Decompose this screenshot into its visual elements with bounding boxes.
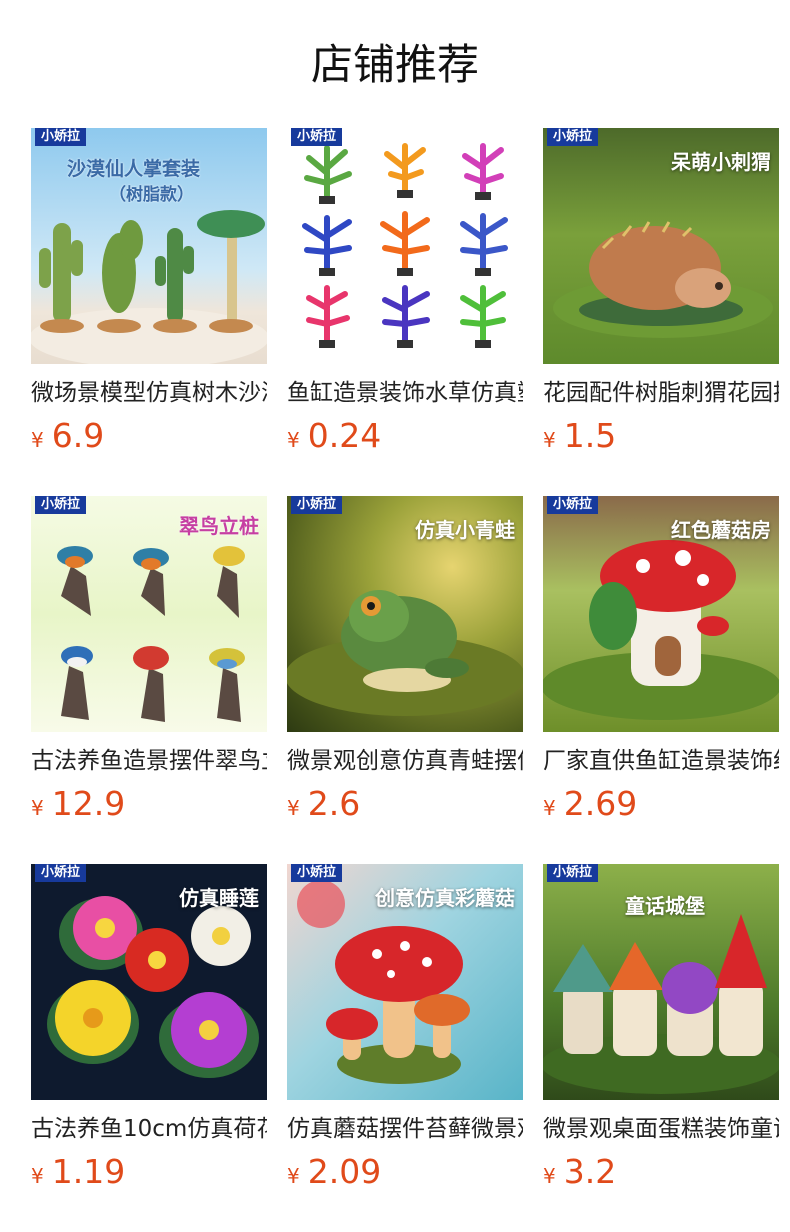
image-caption: 呆萌小刺猬 bbox=[671, 150, 771, 174]
product-name[interactable]: 古法养鱼10cm仿真荷花睡莲 bbox=[31, 1112, 267, 1146]
currency-symbol: ¥ bbox=[543, 428, 556, 452]
price-amount: 2.6 bbox=[307, 784, 361, 823]
product-card[interactable]: 沙漠仙人掌套装 （树脂款） 小娇拉 微场景模型仿真树木沙漠仙人掌套装 ¥6.9 bbox=[31, 128, 267, 468]
product-price: ¥1.19 bbox=[31, 1152, 125, 1192]
currency-symbol: ¥ bbox=[543, 1164, 556, 1188]
store-recommendations-page: 店铺推荐 沙漠仙人掌套装 （树脂款） 小娇拉 微场景模型仿真树木沙 ¥ 6.9 … bbox=[0, 0, 790, 1232]
image-caption-secondary: （树脂款） bbox=[109, 185, 194, 205]
brand-tag: 小娇拉 bbox=[291, 864, 343, 882]
brand-tag: 小娇拉 bbox=[547, 864, 599, 882]
product-name[interactable]: 厂家直供鱼缸造景装饰红色蘑菇房 bbox=[543, 744, 779, 778]
product-price: ¥2.69 bbox=[543, 784, 637, 824]
image-caption: 仿真睡莲 bbox=[179, 886, 259, 910]
product-name[interactable]: 鱼缸造景装饰水草仿真塑料水草 bbox=[287, 376, 523, 410]
image-caption: 童话城堡 bbox=[625, 894, 705, 918]
product-card[interactable]: 创意仿真彩蘑菇 小娇拉 仿真蘑菇摆件苔藓微景观 ¥2.09 bbox=[287, 864, 523, 1204]
currency-symbol: ¥ bbox=[31, 428, 44, 452]
product-price: ¥12.9 bbox=[31, 784, 125, 824]
currency-symbol: ¥ bbox=[287, 1164, 300, 1188]
image-caption: 沙漠仙人掌套装 bbox=[67, 158, 201, 180]
brand-tag: 小娇拉 bbox=[291, 496, 343, 514]
product-image[interactable]: 翠鸟立桩 小娇拉 bbox=[31, 496, 267, 732]
brand-tag: 小娇拉 bbox=[35, 128, 87, 146]
currency-symbol: ¥ bbox=[31, 796, 44, 820]
product-card[interactable]: 红色蘑菇房 小娇拉 厂家直供鱼缸造景装饰红色蘑菇房 ¥2.69 bbox=[543, 496, 779, 836]
currency-symbol: ¥ bbox=[31, 1164, 44, 1188]
product-name[interactable]: 仿真蘑菇摆件苔藓微景观 bbox=[287, 1112, 523, 1146]
product-card[interactable]: 翠鸟立桩 小娇拉 古法养鱼造景摆件翠鸟立桩 ¥12.9 bbox=[31, 496, 267, 836]
currency-symbol: ¥ bbox=[287, 796, 300, 820]
product-image[interactable]: 创意仿真彩蘑菇 小娇拉 bbox=[287, 864, 523, 1100]
currency-symbol: ¥ bbox=[287, 428, 300, 452]
product-card[interactable]: 童话城堡 小娇拉 微景观桌面蛋糕装饰童话城堡 ¥3.2 bbox=[543, 864, 779, 1204]
product-image[interactable]: 呆萌小刺猬 小娇拉 bbox=[543, 128, 779, 364]
product-name[interactable]: 古法养鱼造景摆件翠鸟立桩 bbox=[31, 744, 267, 778]
brand-tag: 小娇拉 bbox=[35, 496, 87, 514]
brand-tag: 小娇拉 bbox=[547, 496, 599, 514]
product-image[interactable]: 仿真睡莲 小娇拉 bbox=[31, 864, 267, 1100]
product-image[interactable]: 沙漠仙人掌套装 （树脂款） 小娇拉 bbox=[31, 128, 267, 364]
section-title: 店铺推荐 bbox=[310, 40, 479, 89]
product-card[interactable]: 仿真睡莲 小娇拉 古法养鱼10cm仿真荷花睡莲 ¥1.19 bbox=[31, 864, 267, 1204]
brand-tag: 小娇拉 bbox=[35, 864, 87, 882]
product-image[interactable]: 仿真小青蛙 小娇拉 bbox=[287, 496, 523, 732]
price-amount: 12.9 bbox=[51, 784, 126, 823]
product-price: ¥0.24 bbox=[287, 416, 381, 456]
price-amount: 1.5 bbox=[563, 416, 617, 455]
aquatic-plants-illustration bbox=[302, 143, 508, 348]
price-amount: 0.24 bbox=[307, 416, 382, 455]
product-price: ¥3.2 bbox=[543, 1152, 616, 1192]
price-amount: 2.09 bbox=[307, 1152, 382, 1191]
product-card[interactable]: 小娇拉 鱼缸造景装饰水草仿真塑料水草 ¥0.24 bbox=[287, 128, 523, 468]
product-name[interactable]: 微场景模型仿真树木沙漠仙人掌套装 bbox=[31, 376, 267, 410]
image-caption: 创意仿真彩蘑菇 bbox=[375, 886, 515, 910]
price-amount: 3.2 bbox=[563, 1152, 617, 1191]
brand-tag: 小娇拉 bbox=[291, 128, 343, 146]
product-name[interactable]: 花园配件树脂刺猬花园摆件 bbox=[543, 376, 779, 410]
image-caption: 翠鸟立桩 bbox=[179, 514, 259, 538]
product-price: ¥2.6 bbox=[287, 784, 360, 824]
brand-tag: 小娇拉 bbox=[547, 128, 599, 146]
price-amount: 6.9 bbox=[51, 416, 105, 455]
image-caption: 仿真小青蛙 bbox=[415, 518, 515, 542]
price-amount: 2.69 bbox=[563, 784, 638, 823]
price-amount: 1.19 bbox=[51, 1152, 126, 1191]
product-image[interactable]: 小娇拉 bbox=[287, 128, 523, 364]
product-image[interactable]: 童话城堡 小娇拉 bbox=[543, 864, 779, 1100]
image-caption: 红色蘑菇房 bbox=[671, 518, 771, 542]
currency-symbol: ¥ bbox=[543, 796, 556, 820]
product-card[interactable]: 仿真小青蛙 小娇拉 微景观创意仿真青蛙摆件 ¥2.6 bbox=[287, 496, 523, 836]
product-card[interactable]: 呆萌小刺猬 小娇拉 花园配件树脂刺猬花园摆件 ¥1.5 bbox=[543, 128, 779, 468]
product-price: ¥2.09 bbox=[287, 1152, 381, 1192]
product-price: ¥1.5 bbox=[543, 416, 616, 456]
product-price: ¥6.9 bbox=[31, 416, 104, 456]
product-name[interactable]: 微景观桌面蛋糕装饰童话城堡 bbox=[543, 1112, 779, 1146]
product-image[interactable]: 红色蘑菇房 小娇拉 bbox=[543, 496, 779, 732]
product-name[interactable]: 微景观创意仿真青蛙摆件 bbox=[287, 744, 523, 778]
